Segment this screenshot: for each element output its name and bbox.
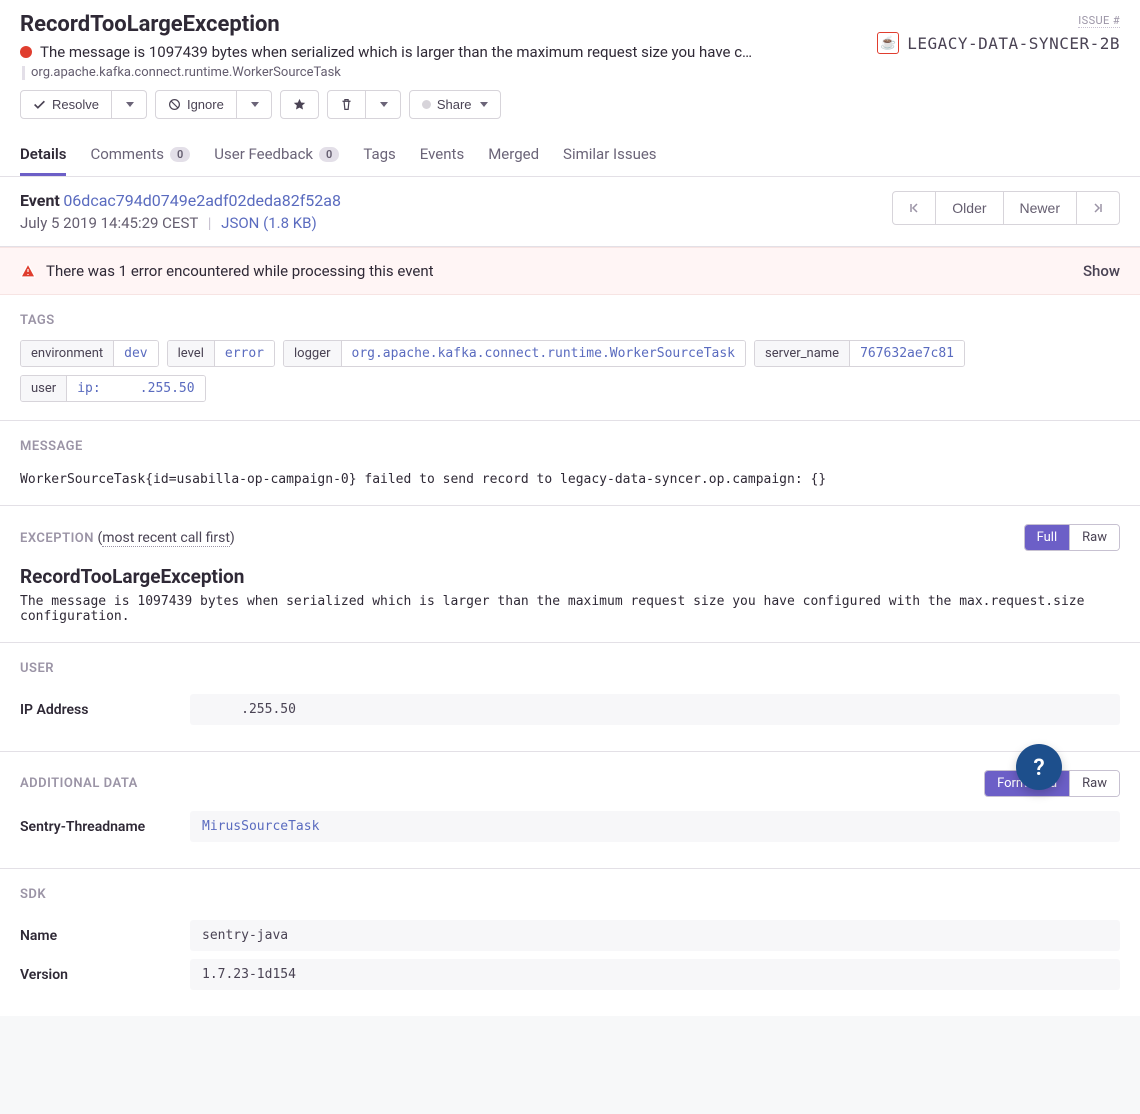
- exception-class: RecordTooLargeException: [20, 565, 1120, 588]
- chevron-down-icon: [251, 102, 259, 107]
- issue-subtitle: The message is 1097439 bytes when serial…: [40, 43, 752, 61]
- exception-view-raw[interactable]: Raw: [1069, 525, 1119, 550]
- tag-pill[interactable]: loggerorg.apache.kafka.connect.runtime.W…: [283, 340, 746, 367]
- thread-value: MirusSourceTask: [190, 811, 1120, 842]
- nav-older[interactable]: Older: [936, 191, 1003, 225]
- event-label: Event: [20, 191, 60, 210]
- share-status-dot: [422, 100, 431, 109]
- nav-newer[interactable]: Newer: [1004, 191, 1077, 225]
- project-icon: ☕: [877, 32, 899, 54]
- sdk-name-label: Name: [20, 928, 190, 944]
- resolve-dropdown[interactable]: [112, 90, 147, 119]
- trash-icon: [340, 98, 353, 111]
- message-body: WorkerSourceTask{id=usabilla-op-campaign…: [20, 472, 1120, 487]
- nav-last[interactable]: [1077, 191, 1120, 225]
- star-icon: [293, 98, 306, 111]
- last-icon: [1093, 203, 1103, 213]
- first-icon: [909, 203, 919, 213]
- page-title: RecordTooLargeException: [20, 12, 820, 37]
- help-button[interactable]: ?: [1016, 744, 1062, 790]
- comments-count-badge: 0: [170, 147, 190, 162]
- tag-pill[interactable]: levelerror: [167, 340, 275, 367]
- section-title-sdk: SDK: [20, 887, 1120, 902]
- tab-tags[interactable]: Tags: [363, 135, 395, 176]
- warning-icon: [20, 263, 36, 279]
- thread-label: Sentry-Threadname: [20, 819, 190, 835]
- tag-list: environmentdev levelerror loggerorg.apac…: [20, 340, 1120, 402]
- resolve-button[interactable]: Resolve: [20, 90, 112, 119]
- tag-pill[interactable]: userip: .255.50: [20, 375, 206, 402]
- tag-pill[interactable]: server_name767632ae7c81: [754, 340, 965, 367]
- user-ip-label: IP Address: [20, 702, 190, 718]
- alert-text: There was 1 error encountered while proc…: [46, 262, 434, 280]
- event-timestamp: July 5 2019 14:45:29 CEST: [20, 214, 198, 232]
- tab-details[interactable]: Details: [20, 135, 66, 176]
- ignore-button[interactable]: Ignore: [155, 90, 237, 119]
- section-title-user: USER: [20, 661, 1120, 676]
- issue-number-label: ISSUE #: [1078, 14, 1120, 28]
- chevron-down-icon: [480, 102, 488, 107]
- exception-view-full[interactable]: Full: [1025, 525, 1070, 550]
- delete-button[interactable]: [327, 90, 366, 119]
- feedback-count-badge: 0: [319, 147, 339, 162]
- ban-icon: [168, 98, 181, 111]
- tab-merged[interactable]: Merged: [488, 135, 539, 176]
- check-icon: [33, 98, 46, 111]
- project-name: LEGACY-DATA-SYNCER-2B: [907, 34, 1120, 53]
- exception-body: The message is 1097439 bytes when serial…: [20, 594, 1120, 624]
- tab-user-feedback[interactable]: User Feedback0: [214, 135, 339, 176]
- ignore-dropdown[interactable]: [237, 90, 272, 119]
- sdk-version-value: 1.7.23-1d154: [190, 959, 1120, 990]
- section-title-tags: TAGS: [20, 313, 1120, 328]
- tab-comments[interactable]: Comments0: [90, 135, 190, 176]
- section-title-exception: EXCEPTION: [20, 531, 94, 546]
- sdk-version-label: Version: [20, 967, 190, 983]
- tab-similar[interactable]: Similar Issues: [563, 135, 657, 176]
- event-id[interactable]: 06dcac794d0749e2adf02deda82f52a8: [63, 191, 341, 210]
- package-path: org.apache.kafka.connect.runtime.WorkerS…: [31, 65, 341, 80]
- section-title-additional: ADDITIONAL DATA: [20, 776, 138, 791]
- user-ip-value: .255.50: [190, 694, 1120, 725]
- chevron-down-icon: [380, 102, 388, 107]
- exception-order-note: (most recent call first): [97, 530, 234, 547]
- severity-dot: [20, 46, 32, 58]
- tag-pill[interactable]: environmentdev: [20, 340, 159, 367]
- chevron-down-icon: [126, 102, 134, 107]
- package-bar: [22, 66, 25, 80]
- alert-show-button[interactable]: Show: [1083, 262, 1120, 280]
- tab-events[interactable]: Events: [420, 135, 464, 176]
- bookmark-button[interactable]: [280, 90, 319, 119]
- json-link[interactable]: JSON (1.8 KB): [221, 214, 317, 232]
- delete-dropdown[interactable]: [366, 90, 401, 119]
- sdk-name-value: sentry-java: [190, 920, 1120, 951]
- additional-view-raw[interactable]: Raw: [1069, 771, 1119, 796]
- share-button[interactable]: Share: [409, 90, 501, 119]
- section-title-message: MESSAGE: [20, 439, 1120, 454]
- nav-first[interactable]: [892, 191, 936, 225]
